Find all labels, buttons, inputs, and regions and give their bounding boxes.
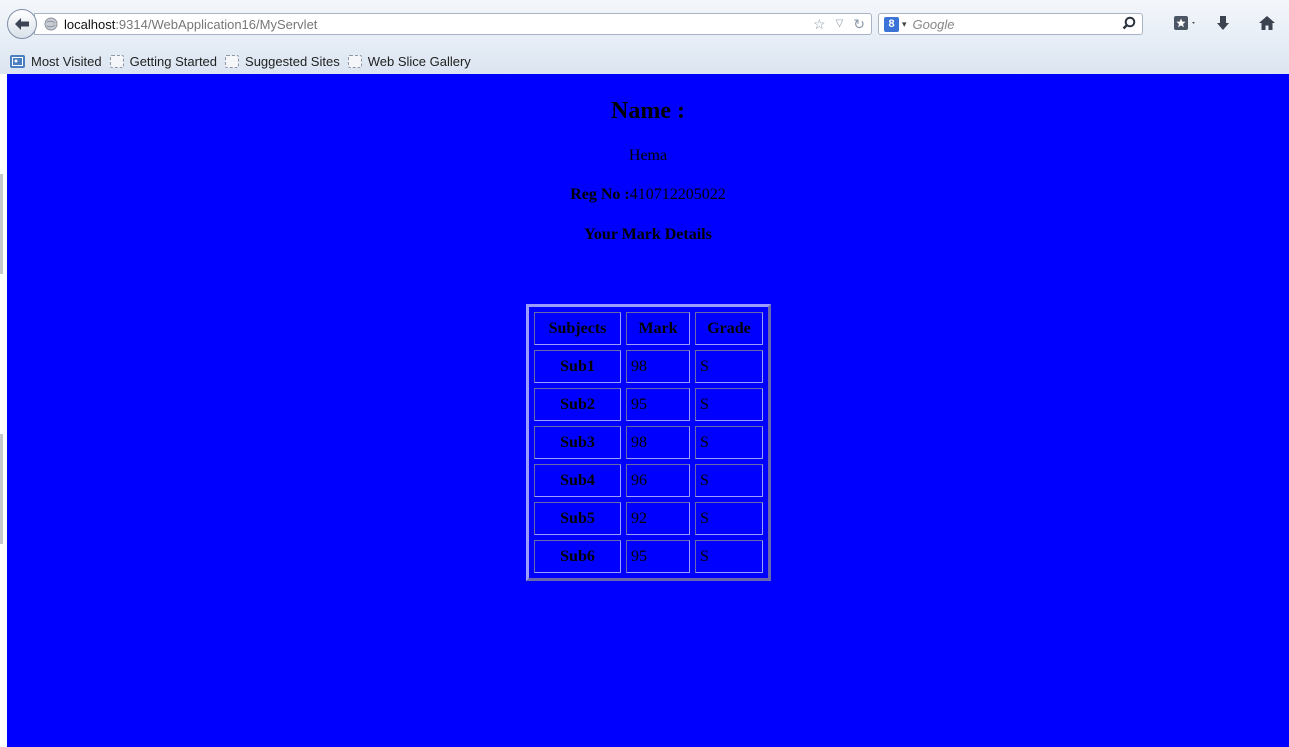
mark-cell: 92 xyxy=(626,502,690,535)
grade-cell: S xyxy=(695,388,763,421)
browser-toolbar: localhost:9314/WebApplication16/MyServle… xyxy=(0,0,1289,75)
subject-cell: Sub6 xyxy=(534,540,621,573)
back-button[interactable] xyxy=(7,9,37,39)
search-icon[interactable] xyxy=(1122,16,1136,33)
mark-cell: 95 xyxy=(626,388,690,421)
bookmarks-toolbar: Most Visited Getting Started Suggested S… xyxy=(0,50,1289,72)
subject-cell: Sub1 xyxy=(534,350,621,383)
search-bar[interactable]: 8 ▾ Google xyxy=(878,13,1143,35)
grade-cell: S xyxy=(695,540,763,573)
bookmarks-menu-button[interactable] xyxy=(1171,12,1201,34)
reg-number-line: Reg No :410712205022 xyxy=(7,186,1289,204)
subject-cell: Sub5 xyxy=(534,502,621,535)
search-placeholder: Google xyxy=(912,16,955,32)
mark-cell: 98 xyxy=(626,426,690,459)
edge-mark xyxy=(0,174,3,274)
address-bar[interactable]: localhost:9314/WebApplication16/MyServle… xyxy=(34,13,872,35)
grade-cell: S xyxy=(695,426,763,459)
downloads-button[interactable] xyxy=(1212,12,1234,34)
table-row: Sub3 98 S xyxy=(534,426,763,459)
bookmark-most-visited[interactable]: Most Visited xyxy=(10,54,102,69)
page-icon xyxy=(225,54,240,68)
table-row: Sub6 95 S xyxy=(534,540,763,573)
servlet-page: Name : Hema Reg No :410712205022 Your Ma… xyxy=(7,74,1289,747)
student-name: Hema xyxy=(628,147,668,164)
mark-cell: 98 xyxy=(626,350,690,383)
table-row: Sub4 96 S xyxy=(534,464,763,497)
subject-cell: Sub3 xyxy=(534,426,621,459)
grade-cell: S xyxy=(695,502,763,535)
reg-label: Reg No : xyxy=(570,186,630,203)
navigation-bar: localhost:9314/WebApplication16/MyServle… xyxy=(0,0,1289,48)
subject-cell: Sub2 xyxy=(534,388,621,421)
table-row: Sub1 98 S xyxy=(534,350,763,383)
table-row: Sub2 95 S xyxy=(534,388,763,421)
window-left-edge xyxy=(0,74,7,747)
mark-cell: 96 xyxy=(626,464,690,497)
back-arrow-icon xyxy=(15,18,29,30)
column-header-grade: Grade xyxy=(695,312,763,345)
edge-mark xyxy=(0,434,3,544)
history-dropdown-icon[interactable]: ▽ xyxy=(836,16,844,32)
bookmark-label: Most Visited xyxy=(31,53,102,69)
home-icon xyxy=(1259,16,1275,30)
most-visited-icon xyxy=(10,54,25,68)
reload-icon[interactable]: ↻ xyxy=(853,16,865,32)
url-host: localhost xyxy=(64,16,116,32)
reg-value: 410712205022 xyxy=(629,186,726,203)
download-arrow-icon xyxy=(1217,16,1229,30)
grade-cell: S xyxy=(695,350,763,383)
engine-dropdown-icon[interactable]: ▾ xyxy=(902,19,907,30)
table-row: Sub5 92 S xyxy=(534,502,763,535)
bookmark-star-icon[interactable]: ☆ xyxy=(813,16,826,32)
mark-cell: 95 xyxy=(626,540,690,573)
bookmarks-menu-icon xyxy=(1174,16,1195,30)
home-button[interactable] xyxy=(1255,12,1279,34)
page-icon xyxy=(347,54,362,68)
marks-table: Subjects Mark Grade Sub1 98 S Sub2 95 S … xyxy=(526,304,771,581)
grade-cell: S xyxy=(695,464,763,497)
bookmark-label: Getting Started xyxy=(129,53,218,69)
bookmark-label: Suggested Sites xyxy=(245,53,340,69)
search-engine-icon[interactable]: 8 xyxy=(884,16,899,32)
column-header-mark: Mark xyxy=(626,312,690,345)
bookmark-label: Web Slice Gallery xyxy=(367,53,471,69)
bookmark-getting-started[interactable]: Getting Started xyxy=(109,53,218,69)
bookmark-suggested-sites[interactable]: Suggested Sites xyxy=(225,54,340,69)
mark-details-heading: Your Mark Details xyxy=(584,226,712,243)
name-heading: Name : xyxy=(611,98,685,124)
column-header-subjects: Subjects xyxy=(534,312,621,345)
url-text[interactable]: localhost:9314/WebApplication16/MyServle… xyxy=(64,17,317,32)
bookmark-web-slice-gallery[interactable]: Web Slice Gallery xyxy=(347,53,471,69)
table-header-row: Subjects Mark Grade xyxy=(534,312,763,345)
subject-cell: Sub4 xyxy=(534,464,621,497)
globe-icon xyxy=(44,17,58,31)
url-path: :9314/WebApplication16/MyServlet xyxy=(115,16,318,32)
page-icon xyxy=(109,54,124,68)
